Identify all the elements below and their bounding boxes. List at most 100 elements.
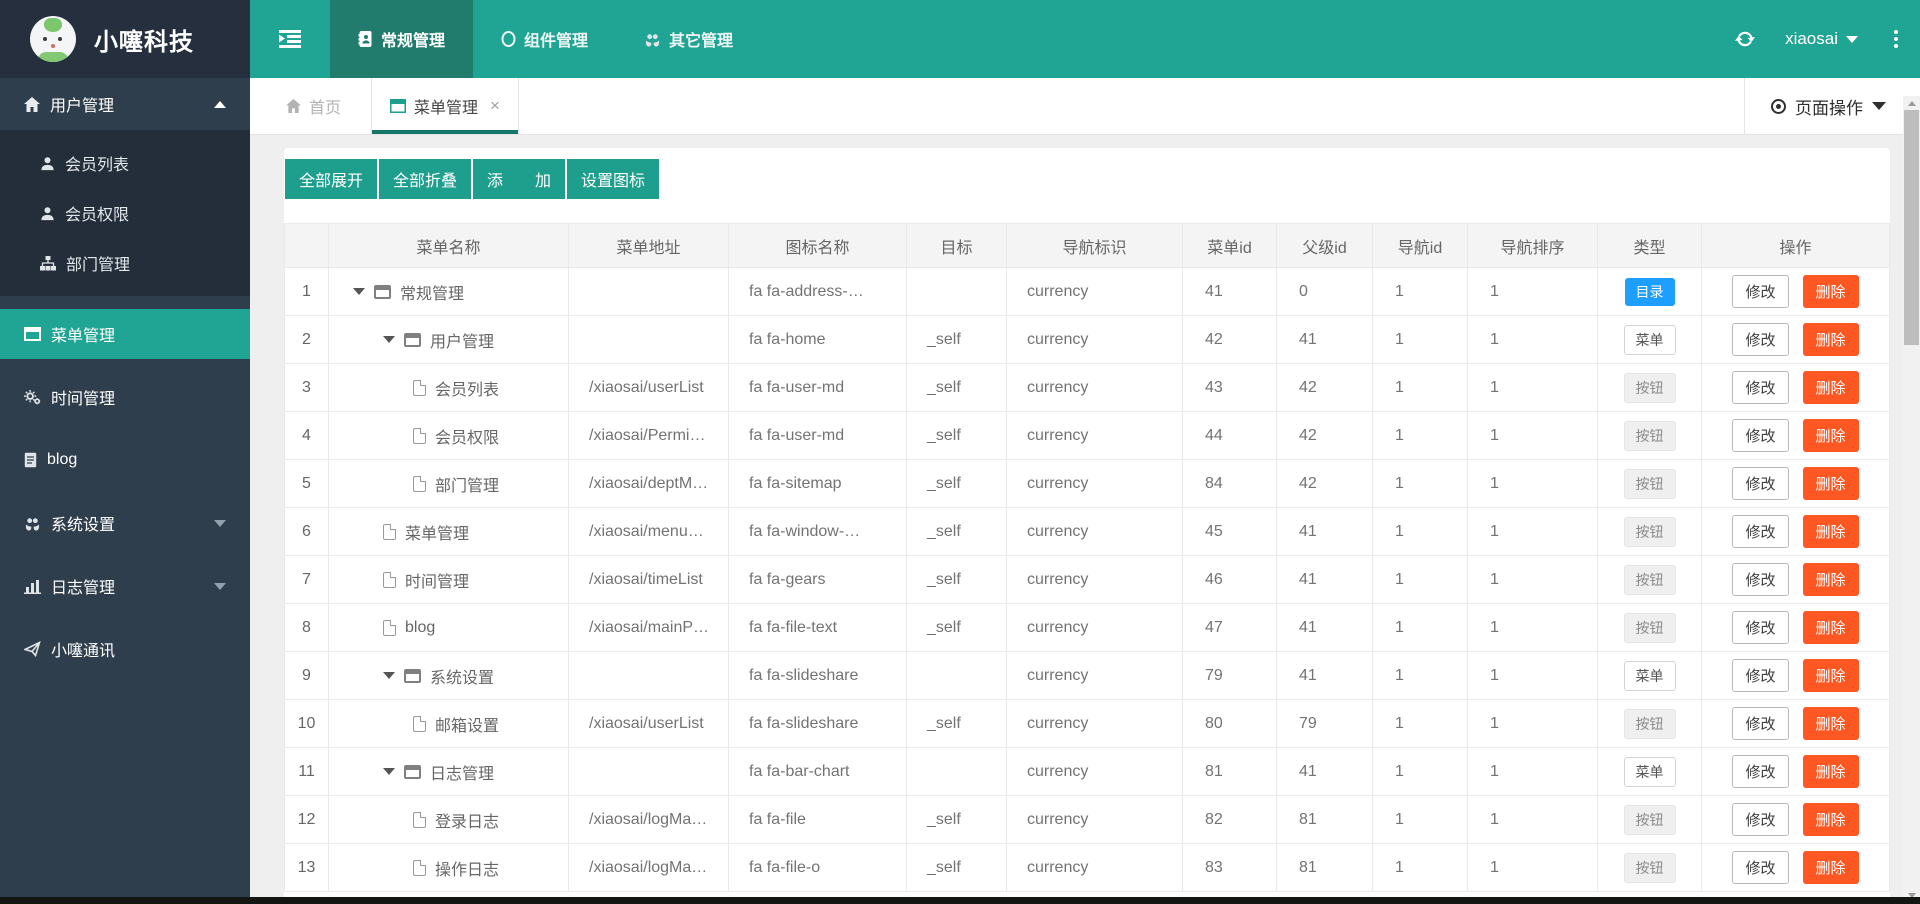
- toolbar-button-2[interactable]: 全部折叠: [379, 159, 471, 199]
- column-header-类型: 类型: [1598, 224, 1702, 268]
- nav-id-cell: 1: [1373, 844, 1468, 892]
- tree-collapse-caret-icon[interactable]: [383, 672, 395, 679]
- delete-button[interactable]: 删除: [1803, 275, 1859, 308]
- edit-button[interactable]: 修改: [1732, 851, 1788, 884]
- edit-button[interactable]: 修改: [1732, 659, 1788, 692]
- sidebar-item-会员列表[interactable]: 会员列表: [0, 138, 250, 188]
- file-text-icon: [24, 452, 37, 468]
- tab-menu-management[interactable]: 菜单管理 ×: [371, 78, 519, 134]
- file-icon: [383, 524, 396, 540]
- actions-cell: 修改删除: [1702, 604, 1890, 652]
- nav-item-1[interactable]: 常规管理: [330, 0, 473, 78]
- refresh-icon[interactable]: [1735, 29, 1755, 49]
- menu-name-label: 菜单管理: [405, 520, 469, 544]
- edit-button[interactable]: 修改: [1732, 803, 1788, 836]
- sidebar-toggle-button[interactable]: [250, 0, 330, 78]
- page-actions-button[interactable]: 页面操作: [1744, 78, 1920, 134]
- delete-button[interactable]: 删除: [1803, 563, 1859, 596]
- scrollbar-up-arrow[interactable]: [1903, 96, 1920, 110]
- toolbar-button-3[interactable]: 添 加: [473, 159, 565, 199]
- sidebar-item-时间管理[interactable]: 时间管理: [0, 372, 250, 422]
- actions-cell: 修改删除: [1702, 316, 1890, 364]
- delete-button[interactable]: 删除: [1803, 611, 1859, 644]
- row-number: 3: [285, 364, 329, 412]
- sidebar-item-日志管理[interactable]: 日志管理: [0, 561, 250, 611]
- delete-button[interactable]: 删除: [1803, 467, 1859, 500]
- edit-button[interactable]: 修改: [1732, 371, 1788, 404]
- parent-id-cell: 41: [1277, 604, 1373, 652]
- actions-cell: 修改删除: [1702, 268, 1890, 316]
- user-menu[interactable]: xiaosai: [1785, 29, 1858, 49]
- footer-strip: [0, 897, 1920, 904]
- scrollbar-thumb[interactable]: [1904, 110, 1919, 345]
- outdent-icon: [279, 30, 301, 48]
- nav-item-2[interactable]: 组件管理: [473, 0, 616, 78]
- type-cell: 按钮: [1598, 604, 1702, 652]
- delete-button[interactable]: 删除: [1803, 419, 1859, 452]
- target-cell: _self: [907, 460, 1007, 508]
- sidebar-item-系统设置[interactable]: 系统设置: [0, 498, 250, 548]
- sidebar-item-菜单管理[interactable]: 菜单管理: [0, 309, 250, 359]
- type-badge: 按钮: [1624, 517, 1676, 547]
- delete-button[interactable]: 删除: [1803, 707, 1859, 740]
- logo-area[interactable]: 小噻科技: [0, 0, 250, 78]
- type-badge: 按钮: [1624, 805, 1676, 835]
- sidebar-item-小噻通讯[interactable]: 小噻通讯: [0, 624, 250, 674]
- delete-button[interactable]: 删除: [1803, 755, 1859, 788]
- delete-button[interactable]: 删除: [1803, 371, 1859, 404]
- parent-id-cell: 41: [1277, 556, 1373, 604]
- close-icon[interactable]: ×: [490, 96, 500, 116]
- nav-sort-cell: 1: [1468, 364, 1598, 412]
- edit-button[interactable]: 修改: [1732, 467, 1788, 500]
- edit-button[interactable]: 修改: [1732, 611, 1788, 644]
- top-navbar: 常规管理组件管理 其它管理 xiaosai: [250, 0, 1920, 78]
- delete-button[interactable]: 删除: [1803, 323, 1859, 356]
- breadcrumb-home[interactable]: 首页: [250, 78, 371, 134]
- kebab-menu-icon[interactable]: [1888, 26, 1904, 52]
- bar-chart-icon: [24, 579, 41, 594]
- sidebar-item-部门管理[interactable]: 部门管理: [0, 238, 250, 288]
- delete-button[interactable]: 删除: [1803, 803, 1859, 836]
- nav-flag-cell: currency: [1007, 748, 1183, 796]
- tree-collapse-caret-icon[interactable]: [353, 288, 365, 295]
- table-row: 5部门管理/xiaosai/deptM…fa fa-sitemap_selfcu…: [285, 460, 1890, 508]
- edit-button[interactable]: 修改: [1732, 563, 1788, 596]
- column-header-父级id: 父级id: [1277, 224, 1373, 268]
- chevron-up-icon: [214, 101, 226, 108]
- delete-button[interactable]: 删除: [1803, 515, 1859, 548]
- type-cell: 按钮: [1598, 460, 1702, 508]
- type-badge: 菜单: [1624, 325, 1676, 355]
- nav-item-label: 其它管理: [669, 27, 733, 51]
- tree-collapse-caret-icon[interactable]: [383, 336, 395, 343]
- toolbar-button-1[interactable]: 全部展开: [285, 159, 377, 199]
- app-window: 小噻科技 常规管理组件管理其它管理 xiaosai 用: [0, 0, 1920, 904]
- edit-button[interactable]: 修改: [1732, 707, 1788, 740]
- nav-item-3[interactable]: 其它管理: [616, 0, 761, 78]
- edit-button[interactable]: 修改: [1732, 323, 1788, 356]
- target-cell: _self: [907, 556, 1007, 604]
- delete-button[interactable]: 删除: [1803, 851, 1859, 884]
- edit-button[interactable]: 修改: [1732, 755, 1788, 788]
- menu-url-cell: [569, 268, 729, 316]
- toolbar-button-4[interactable]: 设置图标: [567, 159, 659, 199]
- menu-id-cell: 82: [1183, 796, 1277, 844]
- sidebar-item-会员权限[interactable]: 会员权限: [0, 188, 250, 238]
- menu-id-cell: 47: [1183, 604, 1277, 652]
- circle-icon: [501, 31, 516, 47]
- target-cell: _self: [907, 700, 1007, 748]
- edit-button[interactable]: 修改: [1732, 275, 1788, 308]
- sidebar-item-用户管理[interactable]: 用户管理: [0, 78, 250, 130]
- edit-button[interactable]: 修改: [1732, 515, 1788, 548]
- parent-id-cell: 42: [1277, 412, 1373, 460]
- menu-name-cell: 会员权限: [329, 412, 569, 460]
- nav-id-cell: 1: [1373, 652, 1468, 700]
- folder-icon: [404, 669, 421, 683]
- row-number: 6: [285, 508, 329, 556]
- target-cell: _self: [907, 364, 1007, 412]
- bullseye-icon: [1771, 99, 1786, 114]
- edit-button[interactable]: 修改: [1732, 419, 1788, 452]
- sidebar-item-blog[interactable]: blog: [0, 435, 250, 485]
- delete-button[interactable]: 删除: [1803, 659, 1859, 692]
- actions-cell: 修改删除: [1702, 700, 1890, 748]
- tree-collapse-caret-icon[interactable]: [383, 768, 395, 775]
